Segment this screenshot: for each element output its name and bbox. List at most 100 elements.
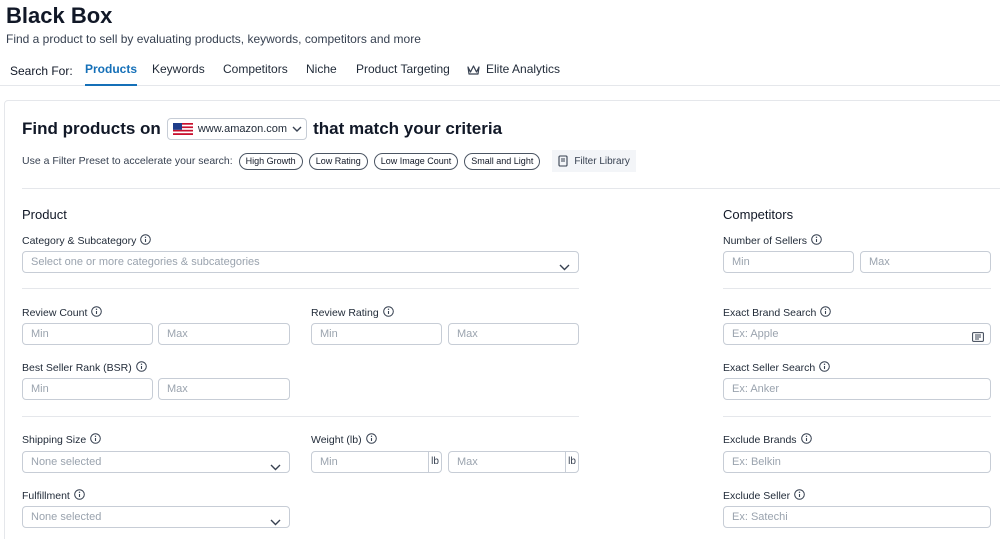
filter-library-label: Filter Library [574, 155, 630, 167]
number-of-sellers-min-input[interactable]: Min [723, 251, 854, 273]
review-count-label-text: Review Count [22, 307, 88, 319]
find-products-heading: Find products on www.amazon.com that mat… [22, 117, 502, 141]
marketplace-value: www.amazon.com [197, 123, 288, 135]
category-select[interactable]: Select one or more categories & subcateg… [22, 251, 579, 273]
weight-unit: lb [428, 452, 441, 472]
info-icon[interactable] [382, 306, 394, 320]
filter-library-button[interactable]: Filter Library [552, 150, 636, 172]
preset-chip-high-growth[interactable]: High Growth [238, 152, 303, 170]
divider [22, 416, 579, 417]
product-section-title: Product [22, 207, 67, 222]
tab-elite-analytics[interactable]: Elite Analytics [467, 62, 560, 86]
exclude-brands-label: Exclude Brands [723, 433, 812, 447]
info-icon[interactable] [365, 433, 377, 447]
crown-icon [467, 64, 480, 78]
marketplace-select[interactable]: www.amazon.com [166, 118, 308, 140]
review-count-min-input[interactable]: Min [22, 323, 153, 345]
exact-brand-label: Exact Brand Search [723, 306, 832, 320]
find-heading-after: that match your criteria [313, 119, 503, 138]
exact-seller-input[interactable]: Ex: Anker [723, 378, 991, 400]
book-icon [558, 155, 568, 167]
info-icon[interactable] [820, 306, 832, 320]
info-icon[interactable] [140, 234, 152, 248]
exclude-brands-label-text: Exclude Brands [723, 434, 797, 446]
shipping-size-label-text: Shipping Size [22, 434, 87, 446]
presets-lead-label: Use a Filter Preset to accelerate your s… [22, 155, 233, 167]
category-placeholder: Select one or more categories & subcateg… [31, 256, 260, 268]
bsr-max-input[interactable]: Max [158, 378, 290, 400]
weight-max-placeholder: Max [457, 456, 478, 468]
chevron-down-icon [292, 123, 302, 135]
divider [22, 288, 579, 289]
review-rating-label-text: Review Rating [311, 307, 379, 319]
review-rating-max-input[interactable]: Max [448, 323, 579, 345]
exact-brand-placeholder: Ex: Apple [732, 328, 779, 340]
info-icon[interactable] [74, 489, 85, 503]
preset-chip-small-and-light[interactable]: Small and Light [464, 152, 541, 170]
shipping-size-select[interactable]: None selected [22, 451, 290, 473]
brand-list-icon[interactable] [972, 329, 984, 349]
exact-seller-label: Exact Seller Search [723, 361, 831, 375]
weight-unit: lb [565, 452, 578, 472]
review-rating-label: Review Rating [311, 306, 394, 320]
exact-brand-label-text: Exact Brand Search [723, 307, 817, 319]
tab-products[interactable]: Products [85, 62, 138, 86]
weight-label-text: Weight (lb) [311, 434, 362, 446]
page-subtitle: Find a product to sell by evaluating pro… [6, 32, 421, 46]
category-label-text: Category & Subcategory [22, 235, 137, 247]
fulfillment-placeholder: None selected [31, 511, 102, 523]
bsr-min-input[interactable]: Min [22, 378, 153, 400]
divider [22, 188, 1000, 189]
chevron-down-icon [559, 258, 570, 278]
chevron-down-icon [270, 513, 281, 533]
number-of-sellers-max-input[interactable]: Max [860, 251, 991, 273]
divider [723, 416, 991, 417]
preset-chip-low-image-count[interactable]: Low Image Count [373, 152, 459, 170]
info-icon[interactable] [811, 234, 822, 248]
page-title: Black Box [6, 3, 113, 28]
fulfillment-select[interactable]: None selected [22, 506, 290, 528]
number-of-sellers-label-text: Number of Sellers [723, 235, 808, 247]
tab-niche[interactable]: Niche [306, 62, 337, 86]
fulfillment-label-text: Fulfillment [22, 490, 70, 502]
bsr-label: Best Seller Rank (BSR) [22, 361, 147, 375]
competitors-section-title: Competitors [723, 207, 794, 222]
exclude-seller-input[interactable]: Ex: Satechi [723, 506, 991, 528]
info-icon[interactable] [800, 433, 812, 447]
exclude-seller-label-text: Exclude Seller [723, 490, 791, 502]
exact-brand-input[interactable]: Ex: Apple [723, 323, 991, 345]
fulfillment-label: Fulfillment [22, 489, 85, 503]
weight-label: Weight (lb) [311, 433, 377, 447]
number-of-sellers-label: Number of Sellers [723, 234, 822, 248]
info-icon[interactable] [135, 361, 147, 375]
preset-chip-low-rating[interactable]: Low Rating [308, 152, 368, 170]
review-rating-min-input[interactable]: Min [311, 323, 442, 345]
divider [723, 288, 991, 289]
weight-max-input[interactable]: Max lb [448, 451, 579, 473]
shipping-size-label: Shipping Size [22, 433, 102, 447]
us-flag-icon [172, 123, 193, 135]
weight-min-placeholder: Min [320, 456, 338, 468]
exact-seller-label-text: Exact Seller Search [723, 362, 816, 374]
chevron-down-icon [270, 458, 281, 478]
review-count-label: Review Count [22, 306, 103, 320]
exclude-seller-label: Exclude Seller [723, 489, 805, 503]
tab-keywords[interactable]: Keywords [152, 62, 205, 86]
bsr-label-text: Best Seller Rank (BSR) [22, 362, 132, 374]
tab-elite-analytics-label: Elite Analytics [486, 62, 561, 76]
tabs-lead-label: Search For: [10, 64, 73, 78]
category-label: Category & Subcategory [22, 234, 152, 248]
shipping-size-placeholder: None selected [31, 456, 102, 468]
info-icon[interactable] [794, 489, 805, 503]
weight-min-input[interactable]: Min lb [311, 451, 442, 473]
info-icon[interactable] [91, 306, 103, 320]
find-heading-before: Find products on [22, 119, 161, 138]
review-count-max-input[interactable]: Max [158, 323, 290, 345]
tab-product-targeting[interactable]: Product Targeting [356, 62, 450, 86]
info-icon[interactable] [90, 433, 102, 447]
tab-competitors[interactable]: Competitors [223, 62, 288, 86]
filter-presets: Use a Filter Preset to accelerate your s… [22, 150, 636, 172]
exclude-brands-input[interactable]: Ex: Belkin [723, 451, 991, 473]
search-type-tabs: Search For: Products Keywords Competitor… [0, 58, 1000, 86]
info-icon[interactable] [819, 361, 831, 375]
